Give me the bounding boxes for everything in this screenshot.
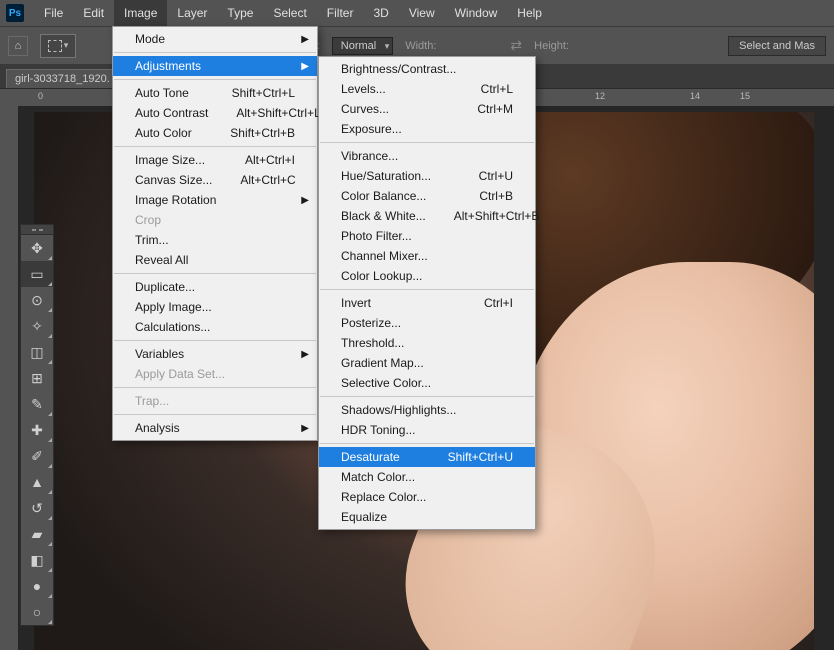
adjustments-item-brightness-contrast[interactable]: Brightness/Contrast... xyxy=(319,59,535,79)
tool-stamp[interactable]: ▲ xyxy=(21,469,53,495)
adjustments-item-black-white[interactable]: Black & White...Alt+Shift+Ctrl+B xyxy=(319,206,535,226)
ruler-vertical xyxy=(0,106,18,650)
tools-grip[interactable] xyxy=(21,225,53,235)
adjustments-item-desaturate[interactable]: DesaturateShift+Ctrl+U xyxy=(319,447,535,467)
image-item-mode[interactable]: Mode▶ xyxy=(113,29,317,49)
menu-3d[interactable]: 3D xyxy=(363,0,398,26)
menu-type[interactable]: Type xyxy=(217,0,263,26)
image-item-trim[interactable]: Trim... xyxy=(113,230,317,250)
adjustments-item-replace-color[interactable]: Replace Color... xyxy=(319,487,535,507)
image-item-adjustments[interactable]: Adjustments▶ xyxy=(113,56,317,76)
document-tab[interactable]: girl-3033718_1920. xyxy=(6,69,121,88)
tool-eyedropper[interactable]: ✎ xyxy=(21,391,53,417)
image-item-trap: Trap... xyxy=(113,391,317,411)
adjustments-item-match-color[interactable]: Match Color... xyxy=(319,467,535,487)
image-item-analysis[interactable]: Analysis▶ xyxy=(113,418,317,438)
menu-help[interactable]: Help xyxy=(507,0,552,26)
tool-gradient[interactable]: ◧ xyxy=(21,547,53,573)
adjustments-item-hdr-toning[interactable]: HDR Toning... xyxy=(319,420,535,440)
image-item-apply-image[interactable]: Apply Image... xyxy=(113,297,317,317)
tool-frame[interactable]: ⊞ xyxy=(21,365,53,391)
image-item-calculations[interactable]: Calculations... xyxy=(113,317,317,337)
select-and-mask-button[interactable]: Select and Mas xyxy=(728,36,826,56)
tool-eraser[interactable]: ▰ xyxy=(21,521,53,547)
width-label: Width: xyxy=(405,40,436,52)
image-item-reveal-all[interactable]: Reveal All xyxy=(113,250,317,270)
home-button[interactable]: ⌂ xyxy=(8,36,28,56)
menu-file[interactable]: File xyxy=(34,0,73,26)
adjustments-item-levels[interactable]: Levels...Ctrl+L xyxy=(319,79,535,99)
image-item-auto-contrast[interactable]: Auto ContrastAlt+Shift+Ctrl+L xyxy=(113,103,317,123)
tool-blur[interactable]: ● xyxy=(21,573,53,599)
adjustments-item-photo-filter[interactable]: Photo Filter... xyxy=(319,226,535,246)
image-item-image-size[interactable]: Image Size...Alt+Ctrl+I xyxy=(113,150,317,170)
menu-adjustments: Brightness/Contrast...Levels...Ctrl+LCur… xyxy=(318,56,536,530)
image-item-duplicate[interactable]: Duplicate... xyxy=(113,277,317,297)
adjustments-item-hue-saturation[interactable]: Hue/Saturation...Ctrl+U xyxy=(319,166,535,186)
image-item-canvas-size[interactable]: Canvas Size...Alt+Ctrl+C xyxy=(113,170,317,190)
style-select[interactable]: Normal▾ xyxy=(332,37,393,55)
menu-edit[interactable]: Edit xyxy=(73,0,114,26)
tool-crop[interactable]: ◫ xyxy=(21,339,53,365)
adjustments-item-equalize[interactable]: Equalize xyxy=(319,507,535,527)
menubar: Ps FileEditImageLayerTypeSelectFilter3DV… xyxy=(0,0,834,26)
image-item-auto-tone[interactable]: Auto ToneShift+Ctrl+L xyxy=(113,83,317,103)
adjustments-item-invert[interactable]: InvertCtrl+I xyxy=(319,293,535,313)
image-item-auto-color[interactable]: Auto ColorShift+Ctrl+B xyxy=(113,123,317,143)
swap-icon[interactable]: ⇄ xyxy=(510,37,522,54)
adjustments-item-posterize[interactable]: Posterize... xyxy=(319,313,535,333)
tools-panel: ✥▭⊙✧◫⊞✎✚✐▲↺▰◧●○ xyxy=(20,224,54,626)
menu-image: Mode▶Adjustments▶Auto ToneShift+Ctrl+LAu… xyxy=(112,26,318,441)
adjustments-item-color-lookup[interactable]: Color Lookup... xyxy=(319,266,535,286)
adjustments-item-color-balance[interactable]: Color Balance...Ctrl+B xyxy=(319,186,535,206)
tool-marquee[interactable]: ▭ xyxy=(21,261,53,287)
tool-history[interactable]: ↺ xyxy=(21,495,53,521)
tool-wand[interactable]: ✧ xyxy=(21,313,53,339)
tool-brush[interactable]: ✐ xyxy=(21,443,53,469)
adjustments-item-channel-mixer[interactable]: Channel Mixer... xyxy=(319,246,535,266)
tool-move[interactable]: ✥ xyxy=(21,235,53,261)
adjustments-item-threshold[interactable]: Threshold... xyxy=(319,333,535,353)
tool-dodge[interactable]: ○ xyxy=(21,599,53,625)
image-item-variables[interactable]: Variables▶ xyxy=(113,344,317,364)
adjustments-item-selective-color[interactable]: Selective Color... xyxy=(319,373,535,393)
image-item-apply-data-set: Apply Data Set... xyxy=(113,364,317,384)
menu-image[interactable]: Image xyxy=(114,0,167,26)
tool-preset[interactable]: ▾ xyxy=(40,34,76,58)
menu-view[interactable]: View xyxy=(399,0,445,26)
tool-lasso[interactable]: ⊙ xyxy=(21,287,53,313)
menu-filter[interactable]: Filter xyxy=(317,0,364,26)
adjustments-item-shadows-highlights[interactable]: Shadows/Highlights... xyxy=(319,400,535,420)
adjustments-item-vibrance[interactable]: Vibrance... xyxy=(319,146,535,166)
menu-layer[interactable]: Layer xyxy=(167,0,217,26)
adjustments-item-exposure[interactable]: Exposure... xyxy=(319,119,535,139)
image-item-crop: Crop xyxy=(113,210,317,230)
app-icon: Ps xyxy=(6,4,24,22)
image-item-image-rotation[interactable]: Image Rotation▶ xyxy=(113,190,317,210)
menu-window[interactable]: Window xyxy=(445,0,508,26)
menu-select[interactable]: Select xyxy=(263,0,316,26)
tool-healing[interactable]: ✚ xyxy=(21,417,53,443)
adjustments-item-curves[interactable]: Curves...Ctrl+M xyxy=(319,99,535,119)
height-label: Height: xyxy=(534,40,569,52)
adjustments-item-gradient-map[interactable]: Gradient Map... xyxy=(319,353,535,373)
